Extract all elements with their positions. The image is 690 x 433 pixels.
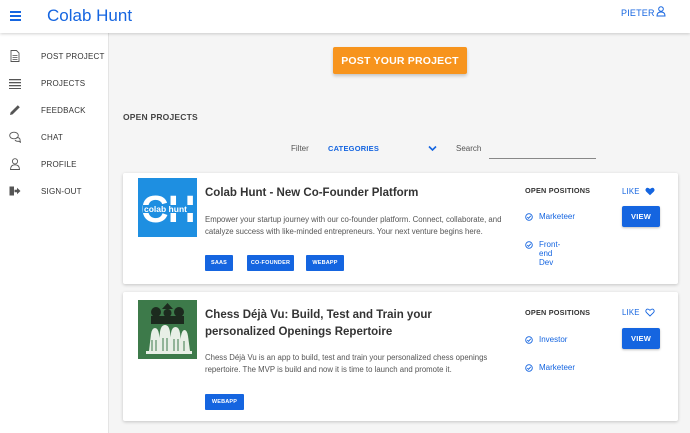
chess-deja-vu-logo bbox=[138, 300, 197, 359]
sidebar-item-label: CHAT bbox=[41, 133, 63, 142]
sidebar-item-projects[interactable]: PROJECTS bbox=[0, 74, 109, 96]
filter-selected-value: CATEGORIES bbox=[328, 144, 380, 153]
filter-label: Filter bbox=[291, 144, 309, 153]
colab-hunt-logo: C H colab hunt bbox=[138, 178, 197, 237]
like-label: LIKE bbox=[622, 187, 640, 196]
tag-webapp[interactable]: WEBAPP bbox=[306, 255, 344, 271]
pencil-icon bbox=[10, 105, 20, 115]
view-button[interactable]: VIEW bbox=[622, 328, 660, 349]
open-positions-heading: OPEN POSITIONS bbox=[525, 308, 591, 317]
position-label: Investor bbox=[539, 335, 568, 344]
view-button[interactable]: VIEW bbox=[622, 206, 660, 227]
project-title[interactable]: Colab Hunt - New Co-Founder Platform bbox=[205, 185, 418, 202]
check-circle-icon bbox=[525, 336, 533, 344]
document-icon bbox=[10, 50, 20, 62]
position-label: Marketeer bbox=[539, 363, 576, 372]
open-positions-heading: OPEN POSITIONS bbox=[525, 186, 591, 195]
category-filter-select[interactable]: CATEGORIES bbox=[328, 143, 440, 156]
sidebar-item-post-project[interactable]: POST PROJECT bbox=[0, 47, 109, 69]
section-title: OPEN PROJECTS bbox=[123, 112, 198, 122]
sidebar: POST PROJECT PROJECTS FEEDBACK CHAT PROF… bbox=[0, 33, 109, 433]
user-name[interactable]: PIETER bbox=[621, 8, 655, 18]
top-app-bar: Colab Hunt PIETER bbox=[0, 0, 690, 33]
tag-webapp[interactable]: WEBAPP bbox=[205, 394, 244, 410]
sidebar-item-label: PROFILE bbox=[41, 160, 77, 169]
check-circle-icon bbox=[525, 364, 533, 372]
sidebar-item-label: SIGN-OUT bbox=[41, 187, 82, 196]
position-label: Front-end Dev bbox=[539, 240, 561, 267]
position-label: Marketeer bbox=[539, 212, 576, 221]
tag-co-founder[interactable]: CO-FOUNDER bbox=[247, 255, 294, 271]
sidebar-item-chat[interactable]: CHAT bbox=[0, 128, 109, 150]
project-card: C H colab hunt Colab Hunt - New Co-Found… bbox=[123, 173, 678, 284]
search-label: Search bbox=[456, 144, 482, 153]
search-input[interactable] bbox=[489, 141, 596, 159]
sidebar-item-label: FEEDBACK bbox=[41, 106, 86, 115]
chevron-down-icon bbox=[428, 145, 437, 152]
sidebar-item-sign-out[interactable]: SIGN-OUT bbox=[0, 182, 109, 204]
project-description: Empower your startup journey with our co… bbox=[205, 215, 502, 236]
heart-outline-icon bbox=[645, 308, 655, 317]
check-circle-icon bbox=[525, 241, 533, 249]
like-button[interactable]: LIKE bbox=[622, 307, 658, 319]
list-icon bbox=[9, 79, 21, 89]
sidebar-item-feedback[interactable]: FEEDBACK bbox=[0, 101, 109, 123]
tag-saas[interactable]: SAAS bbox=[205, 255, 233, 271]
sidebar-item-label: POST PROJECT bbox=[41, 52, 105, 61]
chat-icon bbox=[9, 131, 21, 143]
like-label: LIKE bbox=[622, 308, 640, 317]
app-title[interactable]: Colab Hunt bbox=[47, 6, 132, 26]
check-circle-icon bbox=[525, 213, 533, 221]
heart-filled-icon bbox=[645, 187, 655, 196]
user-icon[interactable] bbox=[656, 6, 666, 17]
svg-text:colab hunt: colab hunt bbox=[144, 204, 187, 214]
project-title[interactable]: Chess Déjà Vu: Build, Test and Train you… bbox=[205, 307, 505, 341]
sidebar-item-label: PROJECTS bbox=[41, 79, 86, 88]
project-description: Chess Déjà Vu is an app to build, test a… bbox=[205, 353, 488, 374]
sidebar-item-profile[interactable]: PROFILE bbox=[0, 155, 109, 177]
hamburger-menu-icon[interactable] bbox=[9, 8, 25, 24]
post-your-project-button[interactable]: POST YOUR PROJECT bbox=[333, 47, 467, 74]
person-icon bbox=[10, 158, 20, 170]
project-card: Chess Déjà Vu: Build, Test and Train you… bbox=[123, 292, 678, 421]
sign-out-icon bbox=[9, 186, 21, 196]
like-button[interactable]: LIKE bbox=[622, 186, 658, 198]
